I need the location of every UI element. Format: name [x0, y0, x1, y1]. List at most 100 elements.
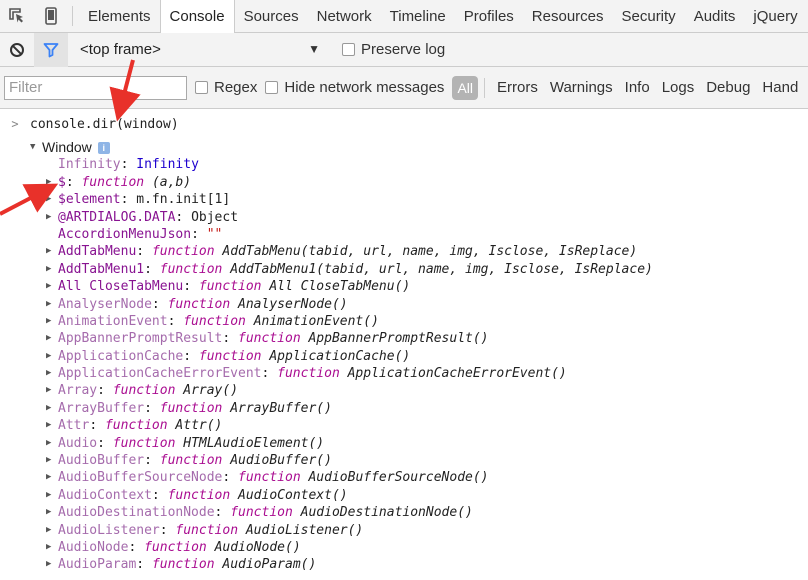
tab-security[interactable]: Security — [613, 0, 685, 33]
property-row[interactable]: ▶ Audio: function HTMLAudioElement() — [0, 435, 808, 452]
collapsed-triangle-icon[interactable]: ▶ — [46, 435, 58, 452]
property-row[interactable]: ▶ All CloseTabMenu: function All CloseTab… — [0, 278, 808, 295]
collapsed-triangle-icon[interactable]: ▶ — [46, 261, 58, 278]
level-warnings-button[interactable]: Warnings — [544, 79, 619, 96]
function-keyword: function — [144, 539, 207, 555]
level-errors-button[interactable]: Errors — [491, 79, 544, 96]
device-mode-icon[interactable] — [34, 0, 68, 33]
collapsed-triangle-icon[interactable]: ▶ — [46, 522, 58, 539]
preserve-log-label: Preserve log — [361, 41, 446, 58]
filter-input[interactable] — [4, 75, 187, 100]
level-logs-button[interactable]: Logs — [656, 79, 701, 96]
hide-network-checkbox[interactable] — [265, 81, 279, 94]
collapsed-triangle-icon[interactable]: ▶ — [46, 539, 58, 556]
collapsed-triangle-icon[interactable]: ▶ — [46, 330, 58, 347]
property-row[interactable]: ▶ Array: function Array() — [0, 382, 808, 399]
tab-audits[interactable]: Audits — [685, 0, 745, 33]
collapsed-triangle-icon[interactable]: ▶ — [46, 365, 58, 382]
function-keyword: function — [104, 418, 168, 434]
collapsed-triangle-icon[interactable]: ▶ — [46, 504, 58, 521]
collapsed-triangle-icon[interactable]: ▶ — [46, 313, 58, 330]
collapsed-triangle-icon[interactable]: ▶ — [46, 209, 58, 226]
preserve-log-checkbox[interactable] — [342, 43, 355, 56]
collapsed-triangle-icon[interactable]: ▶ — [46, 382, 58, 399]
property-row[interactable]: ▶ AddTabMenu: function AddTabMenu(tabid, … — [0, 243, 808, 260]
collapsed-triangle-icon[interactable]: ▶ — [46, 296, 58, 313]
hide-network-option[interactable]: Hide network messages — [265, 79, 444, 96]
tab-jquery[interactable]: jQuery — [744, 0, 806, 33]
tab-profiles[interactable]: Profiles — [455, 0, 523, 33]
collapsed-triangle-icon[interactable]: ▶ — [46, 191, 58, 208]
property-row[interactable]: ▶ AudioBufferSourceNode: function AudioBu… — [0, 469, 808, 486]
collapsed-triangle-icon[interactable]: ▶ — [46, 469, 58, 486]
preserve-log-option[interactable]: Preserve log — [342, 41, 445, 58]
property-row[interactable]: ▶ @ARTDIALOG.DATA: Object — [0, 209, 808, 226]
property-value: AudioContext() — [238, 487, 348, 503]
property-row[interactable]: ▶ Attr: function Attr() — [0, 417, 808, 434]
property-row[interactable]: ▶ AppBannerPromptResult: function AppBann… — [0, 330, 808, 347]
property-value: Object — [191, 209, 239, 225]
collapsed-triangle-icon[interactable]: ▶ — [46, 174, 58, 191]
tree-root[interactable]: ▼ Window i — [0, 139, 808, 156]
level-info-button[interactable]: Info — [619, 79, 656, 96]
frame-selector[interactable]: <top frame> ▼ — [80, 38, 320, 62]
property-row[interactable]: ▶ AudioDestinationNode: function AudioDes… — [0, 504, 808, 521]
regex-option[interactable]: Regex — [195, 79, 257, 96]
console-output[interactable]: > console.dir(window) ▼ Window i Infinit… — [0, 109, 808, 580]
tab-timeline[interactable]: Timeline — [381, 0, 455, 33]
tab-elements[interactable]: Elements — [79, 0, 160, 33]
property-row[interactable]: ▶ $element: m.fn.init[1] — [0, 191, 808, 208]
tab-network[interactable]: Network — [308, 0, 381, 33]
property-separator: : — [144, 400, 160, 416]
property-key: ApplicationCacheErrorEvent — [58, 366, 262, 382]
property-row[interactable]: ▶ AudioBuffer: function AudioBuffer() — [0, 452, 808, 469]
function-keyword: function — [230, 505, 293, 521]
level-all-button[interactable]: All — [452, 75, 478, 100]
property-row[interactable]: ▶ AnalyserNode: function AnalyserNode() — [0, 296, 808, 313]
level-debug-button[interactable]: Debug — [700, 79, 756, 96]
info-icon[interactable]: i — [97, 141, 110, 154]
property-row[interactable]: ▶ AnimationEvent: function AnimationEvent… — [0, 313, 808, 330]
property-row[interactable]: ▶ ApplicationCache: function ApplicationC… — [0, 348, 808, 365]
property-row[interactable]: AccordionMenuJson: "" — [0, 226, 808, 243]
regex-checkbox[interactable] — [195, 81, 208, 94]
property-row[interactable]: ▶ AudioNode: function AudioNode() — [0, 539, 808, 556]
collapsed-triangle-icon[interactable]: ▶ — [46, 487, 58, 504]
property-row[interactable]: ▶ AudioListener: function AudioListener() — [0, 522, 808, 539]
property-value: "" — [206, 226, 223, 242]
property-row[interactable]: ▶ AudioParam: function AudioParam() — [0, 556, 808, 573]
collapsed-triangle-icon[interactable]: ▶ — [46, 348, 58, 365]
property-row[interactable]: ▶ AddTabMenu1: function AddTabMenu1(tabid… — [0, 261, 808, 278]
expanded-triangle-icon[interactable]: ▼ — [30, 139, 42, 156]
function-keyword: function — [81, 174, 145, 190]
tab-sources[interactable]: Sources — [235, 0, 308, 33]
property-key: $ — [58, 174, 66, 190]
property-separator: : — [97, 383, 113, 399]
collapsed-triangle-icon[interactable]: ▶ — [46, 452, 58, 469]
collapsed-triangle-icon[interactable]: ▶ — [46, 243, 58, 260]
property-row[interactable]: ▶ ApplicationCacheErrorEvent: function Ap… — [0, 365, 808, 382]
function-keyword: function — [159, 261, 223, 277]
tab-console[interactable]: Console — [159, 0, 235, 34]
property-row[interactable]: ▶ $: function (a,b) — [0, 174, 808, 191]
property-separator: : — [167, 313, 184, 329]
tab-resources[interactable]: Resources — [523, 0, 613, 33]
property-separator: : — [261, 366, 278, 382]
property-row[interactable]: ▶ AudioContext: function AudioContext() — [0, 487, 808, 504]
clear-console-button[interactable] — [0, 33, 34, 67]
collapsed-triangle-icon[interactable]: ▶ — [46, 417, 58, 434]
level-hand-button[interactable]: Hand — [756, 79, 804, 96]
collapsed-triangle-icon[interactable]: ▶ — [46, 278, 58, 295]
function-keyword: function — [151, 557, 215, 573]
function-keyword: function — [112, 383, 176, 399]
property-value: All CloseTabMenu() — [269, 279, 411, 295]
function-keyword: function — [167, 296, 231, 312]
collapsed-triangle-icon[interactable]: ▶ — [46, 556, 58, 573]
filter-toggle-button[interactable] — [34, 32, 68, 67]
collapsed-triangle-icon[interactable]: ▶ — [46, 400, 58, 417]
console-command-line: > console.dir(window) — [0, 113, 178, 135]
property-row[interactable]: ▶ ArrayBuffer: function ArrayBuffer() — [0, 400, 808, 417]
inspect-element-icon[interactable] — [0, 0, 34, 33]
property-row[interactable]: Infinity: Infinity — [0, 156, 808, 173]
